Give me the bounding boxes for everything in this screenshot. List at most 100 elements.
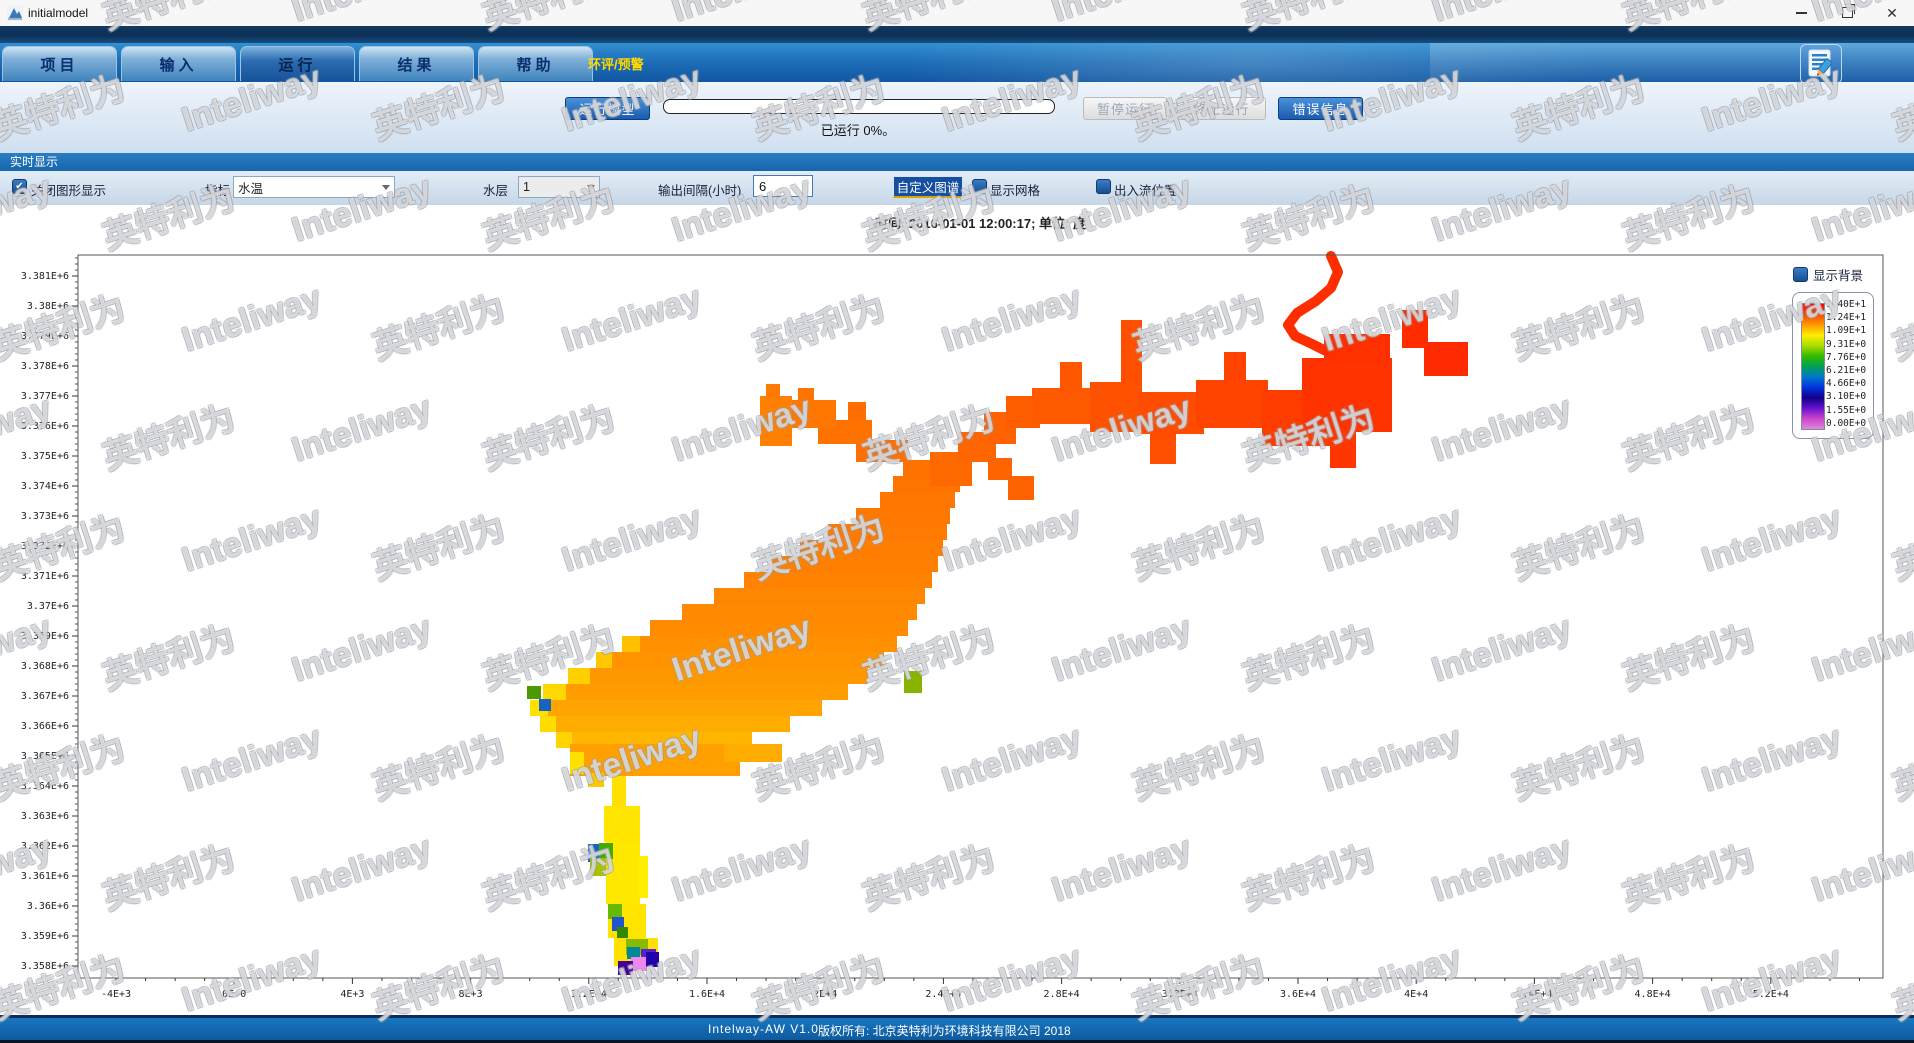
y-tick-label: 3.379E+6 [21, 331, 69, 342]
heat-cell [588, 844, 601, 862]
heat-cell [1402, 310, 1428, 348]
tab-result[interactable]: 结果 [359, 46, 474, 81]
tab-project[interactable]: 项目 [2, 46, 117, 81]
watermark-text: Inteliway [667, 609, 816, 690]
flow-positions-checkbox[interactable] [1096, 179, 1111, 194]
watermark-text: Inteliway [1317, 939, 1466, 1020]
watermark-text: Inteliway [1047, 829, 1196, 910]
watermark-text: Inteliway [1317, 499, 1466, 580]
minimize-icon [1796, 12, 1807, 14]
legend-value: 7.76E+0 [1826, 352, 1870, 363]
heat-cell [958, 432, 996, 462]
custom-palette-button[interactable]: 自定义图谱 [893, 176, 963, 198]
heat-cell [904, 671, 922, 693]
realtime-display-header: 实时显示 [0, 153, 1914, 171]
restore-button[interactable] [1825, 0, 1869, 25]
env-assessment-warning-link[interactable]: 环评/预警 [588, 54, 644, 73]
heat-cell [530, 700, 548, 716]
run-model-button[interactable]: 运行模型 [565, 97, 650, 120]
heat-cell [1324, 334, 1390, 362]
heat-cell [570, 752, 584, 774]
indicator-label: 指标 [205, 180, 230, 199]
watermark-text: Inteliway [0, 389, 56, 470]
stop-run-button[interactable]: 终止运行 [1177, 97, 1266, 120]
heat-cell [622, 636, 897, 652]
watermark-text: 英特利为 [746, 720, 890, 809]
layer-select[interactable]: 1 [518, 176, 600, 198]
watermark-text: Inteliway [1697, 499, 1846, 580]
legend-gradient-bar [1801, 303, 1825, 430]
tab-input[interactable]: 输入 [121, 46, 236, 81]
heat-cell [828, 524, 947, 540]
heat-cell [1121, 320, 1142, 386]
tab-help[interactable]: 帮助 [478, 46, 593, 81]
color-scale-legend: 1.40E+11.24E+11.09E+19.31E+07.76E+06.21E… [1792, 292, 1874, 439]
river-polyline [1288, 256, 1338, 352]
x-tick-label: 1.2E+4 [571, 989, 607, 1000]
tab-run[interactable]: 运行 [240, 46, 355, 81]
y-tick-label: 3.361E+6 [21, 871, 69, 882]
y-tick-label: 3.373E+6 [21, 511, 69, 522]
chevron-down-icon [382, 185, 390, 190]
heat-cell [622, 636, 640, 652]
close-graph-checkbox[interactable]: ✔ [12, 179, 27, 194]
output-interval-input[interactable] [753, 175, 813, 197]
show-background-label: 显示背景 [1813, 265, 1863, 284]
heat-cell [893, 476, 960, 492]
pause-run-button[interactable]: 暂停运行 [1083, 97, 1167, 120]
minimize-button[interactable] [1779, 0, 1823, 25]
x-tick-label: 2E+4 [813, 989, 837, 1000]
watermark-text: 英特利为 [1886, 280, 1914, 369]
watermark-text: 英特利为 [1886, 500, 1914, 589]
heat-cell [856, 508, 950, 524]
show-background-row: 显示背景 [1793, 265, 1863, 284]
x-tick-label: 3.2E+4 [1162, 989, 1198, 1000]
watermark-text: 英特利为 [856, 830, 1000, 919]
show-background-checkbox[interactable] [1793, 267, 1808, 282]
watermark-text: Inteliway [177, 279, 326, 360]
x-tick-label: 1.6E+4 [689, 989, 725, 1000]
x-tick-label: 5.2E+4 [1753, 989, 1789, 1000]
document-edit-icon[interactable] [1800, 44, 1842, 84]
watermark-text: Inteliway [1317, 719, 1466, 800]
heat-cell [539, 699, 551, 711]
watermark-text: 英特利为 [746, 280, 890, 369]
heat-cell [641, 949, 656, 963]
watermark-text: 英特利为 [1126, 280, 1270, 369]
watermark-text: 英特利为 [1236, 830, 1380, 919]
close-button[interactable]: ✕ [1870, 0, 1914, 25]
heat-cell [543, 684, 566, 700]
error-info-button[interactable]: 错误信息 [1278, 97, 1363, 120]
x-tick-label: 0E+0 [222, 989, 246, 1000]
restore-icon [1842, 7, 1853, 18]
y-tick-label: 3.38E+6 [27, 301, 69, 312]
ribbon-top-strip [0, 26, 1914, 43]
show-grid-checkbox[interactable] [972, 179, 987, 194]
heat-cell [568, 668, 868, 684]
watermark-text: Inteliway [937, 719, 1086, 800]
heat-cell [1090, 382, 1142, 432]
y-tick-label: 3.381E+6 [21, 271, 69, 282]
indicator-select[interactable]: 水温 [233, 176, 395, 198]
check-icon: ✔ [15, 182, 23, 192]
watermark-text: 英特利为 [96, 390, 240, 479]
document-pencil-glyph [1801, 45, 1839, 81]
heat-cell [556, 732, 572, 748]
legend-value: 1.55E+0 [1826, 405, 1870, 416]
watermark-text: Inteliway [557, 279, 706, 360]
watermark-text: Inteliway [937, 499, 1086, 580]
watermark-text: Inteliway [1807, 829, 1914, 910]
heat-cell [1262, 390, 1334, 446]
watermark-text: Inteliway [287, 829, 436, 910]
y-tick-label: 3.366E+6 [21, 721, 69, 732]
x-tick-label: 4.4E+4 [1516, 989, 1552, 1000]
progress-text: 已运行 0%。 [663, 120, 1053, 139]
heat-cell [612, 776, 626, 806]
watermark-text: 英特利为 [476, 390, 620, 479]
heat-cell [530, 700, 822, 716]
heat-cell [588, 773, 604, 787]
close-icon: ✕ [1886, 6, 1898, 20]
y-tick-label: 3.362E+6 [21, 841, 69, 852]
watermark-text: Inteliway [667, 829, 816, 910]
watermark-text: Inteliway [287, 609, 436, 690]
